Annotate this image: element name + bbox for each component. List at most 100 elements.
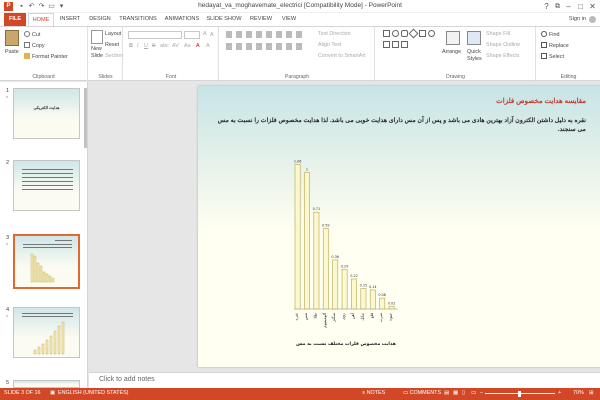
arrow-shape-icon[interactable] <box>383 41 390 48</box>
tab-view[interactable]: VIEW <box>278 13 300 26</box>
thumbnail-slide-2[interactable] <box>13 160 80 211</box>
zoom-level[interactable]: 70% <box>573 390 584 396</box>
replace-button[interactable]: Replace <box>541 42 569 49</box>
thumbnail-slide-3[interactable] <box>13 234 80 289</box>
convert-smartart-button[interactable]: Convert to SmartArt <box>318 53 366 59</box>
alignment-buttons[interactable] <box>226 43 306 50</box>
zoom-in-button[interactable]: + <box>558 390 561 396</box>
reading-view-icon[interactable]: ▯ <box>462 390 465 396</box>
layout-button[interactable]: Layout <box>105 31 121 37</box>
comments-toggle[interactable]: ▭ COMMENTS <box>403 390 441 396</box>
section-button[interactable]: Section <box>105 53 123 59</box>
oval-shape-icon[interactable] <box>392 30 399 37</box>
chart-bar[interactable] <box>369 289 376 310</box>
slide-sorter-icon[interactable]: ▦ <box>453 390 458 396</box>
cut-button[interactable]: Cut <box>24 31 40 38</box>
quick-styles-button[interactable]: Quick <box>467 49 481 55</box>
change-case-button[interactable]: Aa <box>184 43 191 49</box>
char-spacing-button[interactable]: AV <box>172 43 179 49</box>
tab-insert[interactable]: INSERT <box>56 13 84 26</box>
chart-bar[interactable] <box>294 164 301 310</box>
tab-transitions[interactable]: TRANSITIONS <box>116 13 160 26</box>
tab-design[interactable]: DESIGN <box>86 13 114 26</box>
arrange-button[interactable]: Arrange <box>442 49 461 55</box>
quick-styles-icon[interactable] <box>467 31 481 45</box>
paste-button[interactable]: Paste <box>5 49 19 55</box>
star-shape-icon[interactable] <box>392 41 399 48</box>
chart-bar[interactable] <box>313 211 320 310</box>
zoom-slider-thumb[interactable] <box>518 391 521 397</box>
circle-shape-icon[interactable] <box>428 30 435 37</box>
chart-bar[interactable] <box>360 288 367 310</box>
slide-title[interactable]: مقایسه هدایت مخصوص فلزات <box>496 97 586 105</box>
shape-effects-button[interactable]: Shape Effects <box>486 53 519 59</box>
align-text-button[interactable]: Align Text <box>318 42 341 48</box>
avatar[interactable] <box>589 16 596 23</box>
paste-icon[interactable] <box>5 30 19 46</box>
chart-bar[interactable] <box>351 278 357 310</box>
normal-view-icon[interactable]: ▤ <box>444 390 449 396</box>
strikethrough-button[interactable]: S <box>152 43 156 49</box>
chart-bar[interactable] <box>332 259 339 310</box>
chart-bar[interactable] <box>304 172 310 310</box>
spellcheck-icon[interactable]: ▣ <box>50 390 55 396</box>
find-button[interactable]: Find <box>541 31 560 38</box>
new-slide-button[interactable]: New <box>91 46 102 52</box>
bar-chart[interactable]: 1.06 1 0.71 0.59 0.36 0.29 0.22 0.15 0.140.080.0… <box>280 149 406 359</box>
chart-bar[interactable] <box>341 269 348 310</box>
tab-animations[interactable]: ANIMATIONS <box>162 13 202 26</box>
chart-bar[interactable] <box>322 228 329 310</box>
clear-format-button[interactable]: A <box>206 43 210 49</box>
select-button[interactable]: Select <box>541 53 564 60</box>
thumbnail-slide-5[interactable] <box>13 380 80 388</box>
shape-outline-button[interactable]: Shape Outline <box>486 42 520 48</box>
help-icon[interactable]: ? <box>541 1 552 12</box>
zoom-out-button[interactable]: – <box>480 390 483 396</box>
list-buttons[interactable] <box>226 31 306 38</box>
tab-slide-show[interactable]: SLIDE SHOW <box>204 13 244 26</box>
slide-canvas[interactable]: مقایسه هدایت مخصوص فلزات نقره به دلیل دا… <box>198 86 600 367</box>
grow-font-button[interactable]: A <box>203 31 207 37</box>
bold-button[interactable]: B <box>129 43 133 49</box>
maximize-button[interactable]: □ <box>575 1 586 12</box>
shapes-gallery[interactable] <box>382 28 440 62</box>
chart-bar[interactable] <box>379 297 386 310</box>
font-size-combo[interactable] <box>184 31 200 39</box>
fit-slide-icon[interactable]: ⊞ <box>589 390 594 396</box>
minimize-button[interactable]: – <box>563 1 574 12</box>
font-name-combo[interactable] <box>128 31 182 39</box>
diamond-shape-icon[interactable] <box>408 28 419 39</box>
new-slide-icon[interactable] <box>91 30 103 44</box>
arrange-icon[interactable] <box>446 31 460 45</box>
brace-shape-icon[interactable] <box>401 41 408 48</box>
close-button[interactable]: ✕ <box>587 1 598 12</box>
tab-file[interactable]: FILE <box>4 13 26 26</box>
reset-button[interactable]: Reset <box>105 42 119 48</box>
notes-placeholder[interactable]: Click to add notes <box>99 376 155 383</box>
line-shape-icon[interactable] <box>419 30 426 37</box>
notes-toggle[interactable]: ≡ NOTES <box>362 390 385 396</box>
shadow-button[interactable]: abc <box>160 43 169 49</box>
format-painter-button[interactable]: Format Painter <box>24 53 68 60</box>
italic-button[interactable]: I <box>137 43 139 49</box>
notes-pane[interactable]: Click to add notes <box>89 372 600 388</box>
thumbnail-scrollbar[interactable] <box>84 88 87 148</box>
rectangle-shape-icon[interactable] <box>383 30 390 37</box>
text-direction-button[interactable]: Text Direction <box>318 31 351 37</box>
rounded-rect-shape-icon[interactable] <box>401 30 408 37</box>
thumbnail-slide-4[interactable] <box>13 307 80 358</box>
slide-body-text[interactable]: نقره به دلیل داشتن الکترون آزاد بهترین ه… <box>214 116 586 134</box>
sign-in-link[interactable]: Sign in <box>569 16 586 22</box>
tab-home[interactable]: HOME <box>28 13 54 26</box>
font-color-button[interactable]: A <box>196 43 200 49</box>
shape-fill-button[interactable]: Shape Fill <box>486 31 510 37</box>
thumbnail-slide-1[interactable]: هدایت الکتریکی <box>13 88 80 139</box>
tab-review[interactable]: REVIEW <box>246 13 276 26</box>
slideshow-view-icon[interactable]: ▭ <box>471 390 476 396</box>
underline-button[interactable]: U <box>144 43 148 49</box>
copy-button[interactable]: Copy <box>24 42 45 49</box>
language-indicator[interactable]: ENGLISH (UNITED STATES) <box>58 390 128 396</box>
chart-bar[interactable] <box>388 305 395 310</box>
shrink-font-button[interactable]: A <box>210 32 214 38</box>
ribbon-display-icon[interactable]: ⧉ <box>552 1 563 12</box>
